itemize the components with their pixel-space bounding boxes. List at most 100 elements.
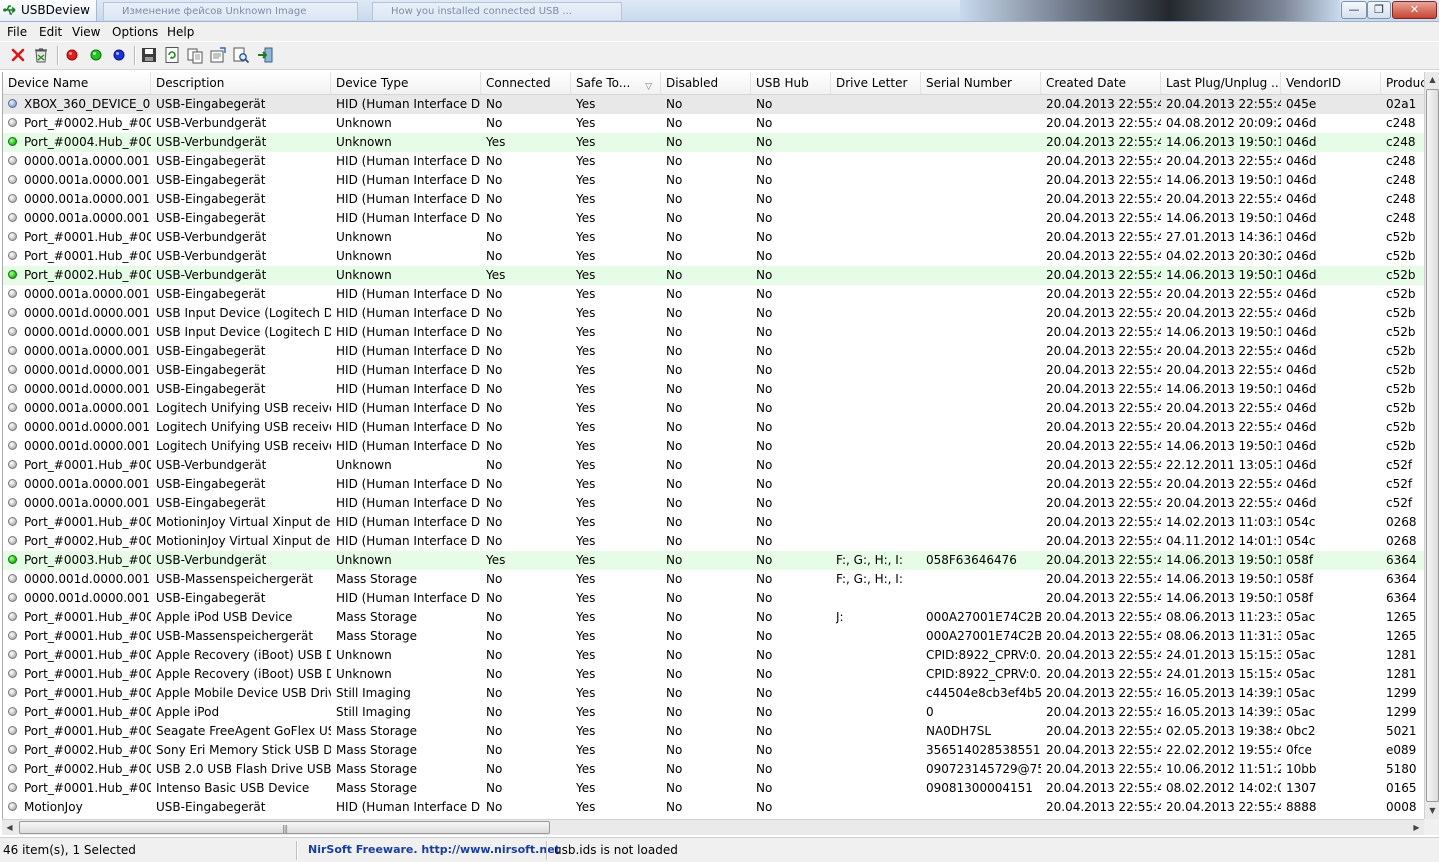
scroll-down-arrow-icon[interactable]: ▼ (1425, 803, 1439, 819)
table-row[interactable]: 0000.001d.0000.001.00... USB-Eingabegerät… (3, 589, 1425, 608)
scroll-left-arrow-icon[interactable]: ◀ (2, 820, 17, 835)
column-header-serial-number[interactable]: Serial Number (921, 72, 1041, 94)
column-header-vendor-id[interactable]: VendorID (1281, 72, 1381, 94)
active-window-tab[interactable]: USBDeview (0, 0, 97, 21)
table-row[interactable]: 0000.001a.0000.001.00... USB-Eingabegerät… (3, 171, 1425, 190)
table-row[interactable]: Port_#0001.Hub_#0004 USB-Verbundgerät Unkn… (3, 247, 1425, 266)
find-icon[interactable] (232, 46, 250, 64)
column-header-created-date[interactable]: Created Date (1041, 72, 1161, 94)
cell-connected: No (486, 800, 503, 814)
table-row[interactable]: 0000.001d.0000.001.00... USB-Massenspeich… (3, 570, 1425, 589)
table-row[interactable]: 0000.001a.0000.001.00... USB-Eingabegerät… (3, 190, 1425, 209)
table-row[interactable]: Port_#0001.Hub_#0003 MotioninJoy Virtual … (3, 513, 1425, 532)
cell-description: USB-Eingabegerät (156, 344, 266, 358)
background-tab[interactable]: How you installed connected USB ... (372, 2, 622, 20)
refresh-icon[interactable] (163, 46, 181, 64)
table-row[interactable]: 0000.001d.0000.001.00... USB-Eingabegerät… (3, 380, 1425, 399)
delete-icon[interactable] (9, 46, 27, 64)
column-header-drive-letter[interactable]: Drive Letter (831, 72, 921, 94)
cell-usb-hub: No (756, 781, 773, 795)
table-row[interactable]: 0000.001d.0000.001.00... Logitech Unifyin… (3, 437, 1425, 456)
menu-view[interactable]: View (72, 25, 100, 39)
table-row[interactable]: Port_#0001.Hub_#0004 Seagate FreeAgent Go… (3, 722, 1425, 741)
close-button[interactable]: ✕ (1392, 1, 1437, 19)
table-row[interactable]: Port_#0003.Hub_#0003 USB-Verbundgerät Unkn… (3, 551, 1425, 570)
table-row[interactable]: Port_#0001.Hub_#0004 Apple iPod USB Devic… (3, 608, 1425, 627)
background-tab[interactable]: Изменение фейсов Unknown Image (103, 2, 358, 20)
table-row[interactable]: Port_#0001.Hub_#0004 USB-Massenspeicherge… (3, 627, 1425, 646)
cell-created-date: 20.04.2013 22:55:45 (1046, 97, 1161, 111)
menu-help[interactable]: Help (167, 25, 194, 39)
table-row[interactable]: 0000.001d.0000.001.00... Logitech Unifyin… (3, 418, 1425, 437)
device-list[interactable]: Device Name Description Device Type Connect… (2, 72, 1425, 819)
column-header-usb-hub[interactable]: USB Hub (751, 72, 831, 94)
menu-options[interactable]: Options (112, 25, 158, 39)
table-row[interactable]: 0000.001d.0000.001.00... USB-Eingabegerät… (3, 361, 1425, 380)
table-row[interactable]: Port_#0002.Hub_#0004 MotioninJoy Virtual … (3, 532, 1425, 551)
column-header-product-id[interactable]: Produc (1381, 72, 1425, 94)
column-header-connected[interactable]: Connected (481, 72, 571, 94)
table-row[interactable]: XBOX_360_DEVICE_00:... USB-Eingabegerät HI… (3, 95, 1425, 114)
table-row[interactable]: 0000.001d.0000.001.00... USB Input Device… (3, 323, 1425, 342)
table-row[interactable]: Port_#0001.Hub_#0004 Apple Recovery (iBoo… (3, 646, 1425, 665)
exit-icon[interactable] (256, 46, 274, 64)
connect-icon[interactable] (87, 46, 105, 64)
scroll-right-arrow-icon[interactable]: ▶ (1409, 820, 1424, 835)
maximize-button[interactable]: ❐ (1367, 1, 1391, 19)
disconnect-icon[interactable] (63, 46, 81, 64)
table-row[interactable]: Port_#0001.Hub_#0004 Intenso Basic USB De… (3, 779, 1425, 798)
table-row[interactable]: 0000.001d.0000.001.00... USB Input Device… (3, 304, 1425, 323)
table-row[interactable]: Port_#0001.Hub_#0004 Apple iPod Still Imag… (3, 703, 1425, 722)
cell-usb-hub: No (756, 572, 773, 586)
cell-last-plug-unplug: 14.06.2013 19:50:19 (1166, 382, 1281, 396)
table-row[interactable]: Port_#0001.Hub_#0003 USB-Verbundgerät Unkn… (3, 456, 1425, 475)
table-row[interactable]: Port_#0002.Hub_#0003 USB-Verbundgerät Unkn… (3, 266, 1425, 285)
save-icon[interactable] (140, 46, 158, 64)
table-row[interactable]: Port_#0001.Hub_#0003 USB-Verbundgerät Unkn… (3, 228, 1425, 247)
cell-description: Apple Recovery (iBoot) USB D... (156, 667, 331, 681)
table-row[interactable]: Port_#0002.Hub_#0004 Sony Eri Memory Stic… (3, 741, 1425, 760)
horizontal-scroll-thumb[interactable]: ||| (19, 821, 550, 834)
table-row[interactable]: 0000.001a.0000.001.00... USB-Eingabegerät… (3, 152, 1425, 171)
vertical-scroll-thumb[interactable] (1426, 89, 1439, 802)
disconnected-status-icon (8, 802, 17, 811)
column-header-disabled[interactable]: Disabled (661, 72, 751, 94)
table-row[interactable]: Port_#0004.Hub_#0004 USB-Verbundgerät Unkn… (3, 133, 1425, 152)
nirsoft-link[interactable]: NirSoft Freeware. http://www.nirsoft.net (308, 840, 560, 860)
cell-vendor-id: 046d (1286, 230, 1317, 244)
scroll-up-arrow-icon[interactable]: ▲ (1425, 72, 1439, 88)
table-row[interactable]: MotionJoy USB-Eingabegerät HID (Human Inte… (3, 798, 1425, 817)
cell-drive-letter (836, 114, 921, 133)
table-row[interactable]: 0000.001a.0000.001.00... Logitech Unifyin… (3, 399, 1425, 418)
column-header-description[interactable]: Description (151, 72, 331, 94)
cell-device-type: Still Imaging (336, 705, 411, 719)
table-row[interactable]: Port_#0002.Hub_#0003 USB 2.0 USB Flash Dr… (3, 760, 1425, 779)
cell-connected: No (486, 439, 503, 453)
copy-icon[interactable] (186, 46, 204, 64)
table-row[interactable]: 0000.001a.0000.001.00... USB-Eingabegerät… (3, 209, 1425, 228)
horizontal-scrollbar[interactable]: ◀ ||| ▶ (2, 819, 1424, 835)
disconnected-status-icon (8, 308, 17, 317)
table-row[interactable]: 0000.001a.0000.001.00... USB-Eingabegerät… (3, 285, 1425, 304)
vertical-scrollbar[interactable]: ▲ ▼ (1424, 72, 1439, 819)
table-row[interactable]: Port_#0002.Hub_#0003 USB-Verbundgerät Unkn… (3, 114, 1425, 133)
cell-disabled: No (666, 363, 683, 377)
reconnect-icon[interactable] (110, 46, 128, 64)
table-row[interactable]: 0000.001a.0000.001.00... USB-Eingabegerät… (3, 475, 1425, 494)
column-header-last-plug-unplug[interactable]: Last Plug/Unplug ... (1161, 72, 1281, 94)
uninstall-icon[interactable] (32, 46, 50, 64)
column-header-device-type[interactable]: Device Type (331, 72, 481, 94)
table-row[interactable]: Port_#0001.Hub_#0004 Apple Recovery (iBoo… (3, 665, 1425, 684)
table-row[interactable]: 0000.001a.0000.001.00... USB-Eingabegerät… (3, 494, 1425, 513)
column-header-device-name[interactable]: Device Name (3, 72, 151, 94)
cell-safe-to-unplug: Yes (576, 496, 596, 510)
table-row[interactable]: 0000.001a.0000.001.00... USB-Eingabegerät… (3, 342, 1425, 361)
menu-file[interactable]: File (7, 25, 27, 39)
cell-usb-hub: No (756, 477, 773, 491)
minimize-button[interactable]: — (1341, 1, 1367, 19)
properties-icon[interactable] (209, 46, 227, 64)
disconnected-status-icon (8, 365, 17, 374)
menu-edit[interactable]: Edit (39, 25, 62, 39)
column-header-safe-to-unplug[interactable]: Safe To... ▽ (571, 72, 661, 94)
table-row[interactable]: Port_#0001.Hub_#0004 Apple Mobile Device … (3, 684, 1425, 703)
